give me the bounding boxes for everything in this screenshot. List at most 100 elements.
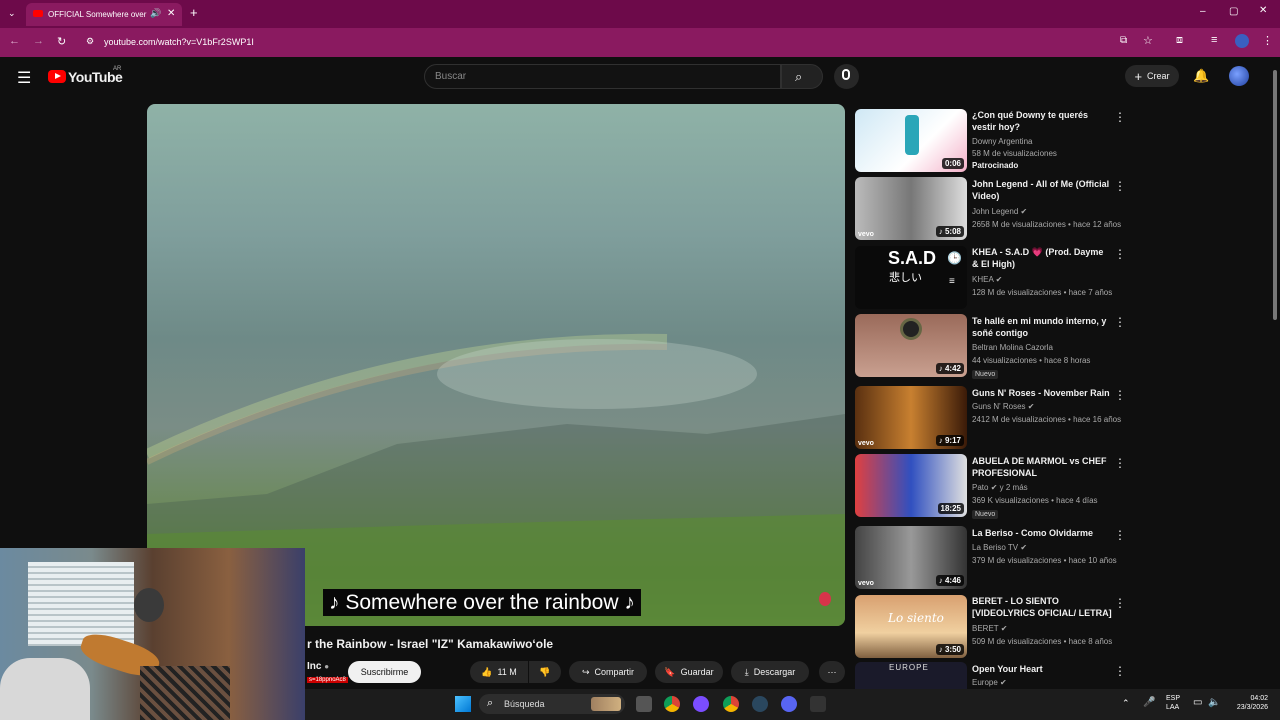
recommendation-thumbnail[interactable]: ♪ 4:42 (855, 314, 967, 377)
recommendation-thumbnail[interactable]: vevo ♪ 9:17 (855, 386, 967, 449)
more-options-icon[interactable]: ⋮ (1114, 315, 1126, 329)
tray-chevron-icon[interactable]: ⌃ (1122, 698, 1130, 709)
media-controls-icon[interactable]: ≡ (1211, 34, 1217, 46)
browser-tab-bar: ⌄ OFFICIAL Somewhere over 🔊 ✕ + – ▢ ✕ (0, 0, 1280, 28)
recommendation-title[interactable]: BERET - LO SIENTO [VIDEOLYRICS OFICIAL/ … (972, 595, 1112, 619)
recommendation-title[interactable]: La Beriso - Como Olvidarme (972, 527, 1112, 539)
chrome-icon[interactable] (664, 696, 680, 712)
video-overlay-text: s=18ppnoAc8 (307, 677, 348, 683)
share-button[interactable]: ↪ Compartir (569, 661, 647, 683)
more-options-icon[interactable]: ⋮ (1114, 528, 1126, 542)
recommendation-thumbnail[interactable]: EUROPE (855, 662, 967, 689)
search-input[interactable]: Buscar (424, 64, 781, 89)
more-options-icon[interactable]: ⋮ (1114, 388, 1126, 402)
vevo-label: vevo (858, 440, 874, 447)
volume-icon[interactable]: 🔈 (1208, 697, 1220, 708)
recommendation-thumbnail[interactable]: 18:25 (855, 454, 967, 517)
recommendation-stats: 2412 M de visualizaciones • hace 16 años (972, 415, 1122, 424)
recommendation-thumbnail[interactable]: 0:06 (855, 109, 967, 172)
discord-icon[interactable] (781, 696, 797, 712)
duration-text: 5:08 (944, 227, 961, 236)
site-info-icon[interactable]: ⚙ (86, 36, 94, 47)
recommendation-channel[interactable]: Guns N' Roses ✔ (972, 402, 1034, 411)
more-options-icon[interactable]: ⋮ (1114, 179, 1126, 193)
recommendation-title[interactable]: Te hallé en mi mundo interno, y soñé con… (972, 315, 1112, 339)
recommendation-channel[interactable]: Downy Argentina (972, 137, 1032, 146)
recommendation-title[interactable]: Open Your Heart (972, 663, 1112, 675)
share-icon: ↪ (581, 666, 590, 677)
search-button[interactable]: ⌕ (781, 64, 823, 89)
recommendation-title[interactable]: Guns N' Roses - November Rain (972, 387, 1112, 399)
sponsored-label: Patrocinado (972, 161, 1019, 170)
recommendation-title[interactable]: ABUELA DE MARMOL vs CHEF PROFESIONAL (972, 455, 1112, 479)
voice-search-button[interactable] (834, 64, 859, 89)
more-options-icon[interactable]: ⋮ (1114, 596, 1126, 610)
url-field[interactable]: youtube.com/watch?v=V1bFr2SWP1I (104, 37, 254, 47)
create-button[interactable]: + Crear (1125, 65, 1179, 87)
recommendation-title[interactable]: ¿Con qué Downy te querés vestir hoy? (972, 109, 1112, 133)
maximize-icon[interactable]: ▢ (1229, 6, 1238, 17)
extensions-icon[interactable]: ⧈ (1176, 34, 1183, 47)
browser-menu-icon[interactable]: ⋮ (1262, 34, 1273, 47)
forward-icon[interactable]: → (33, 35, 44, 47)
steam-icon[interactable] (752, 696, 768, 712)
recommendation-channel[interactable]: La Beriso TV ✔ (972, 543, 1027, 552)
recommendation-channel[interactable]: Beltran Molina Cazorla (972, 343, 1053, 352)
language-top: ESP (1166, 695, 1181, 702)
clock[interactable]: 04:02 23/3/2026 (1226, 694, 1268, 712)
recommendation-thumbnail[interactable]: S.A.D 悲しい 🕒 ≡ (855, 246, 967, 309)
profile-avatar[interactable] (1235, 34, 1249, 48)
chrome-active-icon[interactable] (723, 696, 739, 712)
bookmark-star-icon[interactable]: ☆ (1143, 34, 1153, 47)
recommendation-thumbnail[interactable]: vevo ♪ 4:46 (855, 526, 967, 589)
dislike-button[interactable]: 👎 (529, 661, 561, 683)
notifications-bell-icon[interactable]: 🔔 (1193, 68, 1209, 84)
watch-later-icon[interactable]: 🕒 (947, 251, 962, 265)
like-button[interactable]: 👍 11 M (470, 661, 528, 683)
reload-icon[interactable]: ↻ (57, 35, 66, 48)
more-horizontal-icon: ⋯ (827, 666, 837, 677)
page-scrollbar[interactable] (1273, 70, 1277, 320)
save-button[interactable]: 🔖 Guardar (655, 661, 723, 683)
recommendation-title[interactable]: KHEA - S.A.D 💗 (Prod. Dayme & El High) (972, 246, 1112, 270)
close-window-icon[interactable]: ✕ (1259, 5, 1267, 16)
taskbar-search[interactable]: ⌕ Búsqueda (479, 694, 625, 714)
more-options-icon[interactable]: ⋮ (1114, 456, 1126, 470)
recommendation-channel[interactable]: KHEA ✔ (972, 275, 1002, 284)
download-button[interactable]: ⤓ Descargar (731, 661, 809, 683)
duration-badge: ♪ 3:50 (935, 644, 964, 655)
more-options-icon[interactable]: ⋮ (1114, 664, 1126, 678)
recommendation-thumbnail[interactable]: Lo siento ♪ 3:50 (855, 595, 967, 658)
account-avatar[interactable] (1229, 66, 1249, 86)
recommendation-channel[interactable]: Europe ✔ (972, 678, 1007, 687)
subscribe-button[interactable]: Suscribirme (348, 661, 421, 683)
app-purple-icon[interactable] (693, 696, 709, 712)
duration-text: 9:17 (944, 436, 961, 445)
browser-tab[interactable]: OFFICIAL Somewhere over 🔊 ✕ (26, 3, 182, 26)
language-indicator[interactable]: ESP LAA (1166, 694, 1180, 712)
task-view-icon[interactable] (636, 696, 652, 712)
recommendation-channel[interactable]: John Legend ✔ (972, 207, 1027, 216)
more-options-icon[interactable]: ⋮ (1114, 110, 1126, 124)
new-tab-icon[interactable]: + (190, 5, 198, 20)
windows-start-icon[interactable] (455, 696, 471, 712)
close-tab-icon[interactable]: ✕ (167, 8, 175, 19)
download-icon: ⤓ (744, 666, 749, 677)
more-options-icon[interactable]: ⋮ (1114, 247, 1126, 261)
hamburger-menu-icon[interactable]: ☰ (17, 68, 31, 88)
recommendation-thumbnail[interactable]: vevo ♪ 5:08 (855, 177, 967, 240)
back-icon[interactable]: ← (9, 35, 20, 47)
recommendation-channel[interactable]: Pato ✔ y 2 más (972, 483, 1028, 492)
microphone-tray-icon[interactable]: 🎤 (1143, 697, 1155, 708)
network-icon[interactable]: ▭ (1193, 697, 1202, 708)
tab-list-icon[interactable]: ⌄ (8, 8, 16, 19)
epic-games-icon[interactable] (810, 696, 826, 712)
add-to-queue-icon[interactable]: ≡ (949, 276, 955, 287)
install-app-icon[interactable]: ⧉ (1120, 35, 1127, 46)
recommendation-title[interactable]: John Legend - All of Me (Official Video) (972, 178, 1112, 202)
more-actions-button[interactable]: ⋯ (819, 661, 845, 683)
minimize-icon[interactable]: – (1200, 6, 1206, 17)
recommendation-channel[interactable]: BERET ✔ (972, 624, 1007, 633)
audio-playing-icon[interactable]: 🔊 (150, 8, 161, 19)
channel-name[interactable]: Inc ● (307, 661, 329, 672)
